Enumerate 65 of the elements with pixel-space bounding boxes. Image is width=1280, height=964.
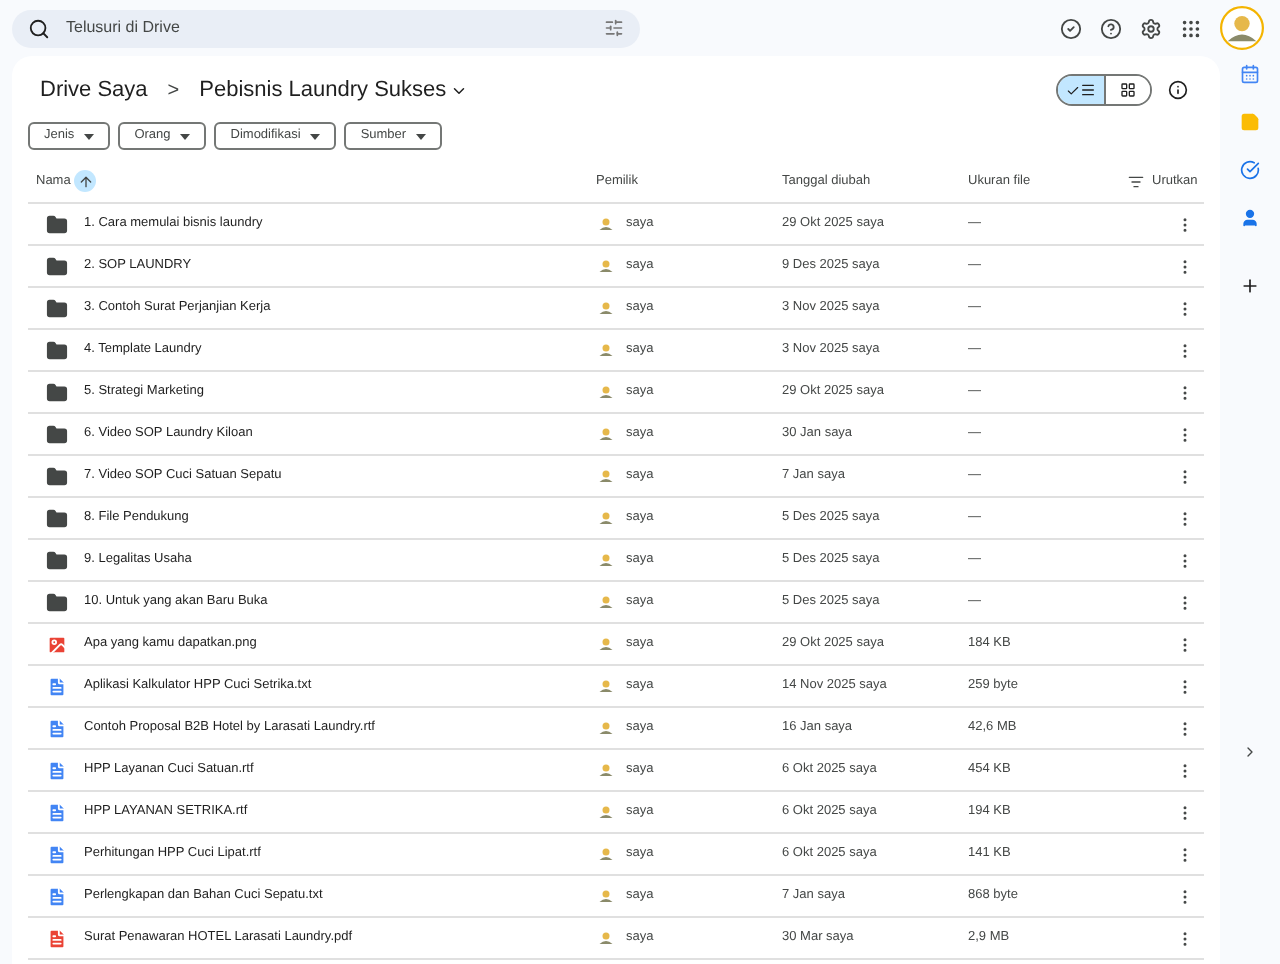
document-icon	[46, 801, 68, 823]
breadcrumb-current[interactable]: Pebisnis Laundry Sukses	[199, 73, 447, 107]
sort-icon	[1128, 173, 1144, 189]
calendar-icon[interactable]	[1240, 64, 1260, 84]
search-bar[interactable]: Telusuri di Drive	[12, 9, 640, 47]
caret-icon	[416, 133, 427, 139]
avatar-icon	[596, 550, 616, 570]
avatar-icon	[596, 844, 616, 864]
avatar-icon	[596, 340, 616, 360]
avatar-icon	[596, 676, 616, 696]
contacts-icon[interactable]	[1240, 208, 1260, 228]
check-icon	[1066, 83, 1080, 97]
grid-view-button[interactable]	[1104, 76, 1150, 104]
apps-icon[interactable]	[1180, 17, 1202, 39]
caret-icon	[180, 133, 191, 139]
avatar-icon	[596, 214, 616, 234]
avatar-icon	[596, 298, 616, 318]
caret-icon	[310, 133, 321, 139]
document-icon	[46, 717, 68, 739]
folder-icon	[46, 507, 68, 529]
caret-icon	[84, 133, 95, 139]
document-icon	[46, 885, 68, 907]
folder-icon	[46, 549, 68, 571]
avatar-icon	[596, 508, 616, 528]
pdf-icon	[46, 927, 68, 949]
folder-icon	[46, 213, 68, 235]
document-icon	[46, 675, 68, 697]
avatar-icon	[596, 382, 616, 402]
folder-icon	[46, 465, 68, 487]
avatar-icon	[596, 466, 616, 486]
avatar-icon	[596, 802, 616, 822]
avatar-icon	[596, 592, 616, 612]
folder-icon	[46, 591, 68, 613]
avatar-icon	[596, 886, 616, 906]
avatar-icon	[596, 718, 616, 738]
avatar-icon	[596, 256, 616, 276]
settings-icon[interactable]	[1140, 17, 1162, 39]
list-view-button[interactable]	[1058, 76, 1104, 104]
avatar-icon	[1220, 6, 1264, 50]
folder-icon	[46, 423, 68, 445]
avatar-icon	[596, 634, 616, 654]
avatar-icon	[596, 928, 616, 948]
list-icon	[1080, 82, 1096, 98]
document-icon	[46, 759, 68, 781]
folder-icon	[46, 339, 68, 361]
grid-icon	[1120, 82, 1136, 98]
breadcrumb-root[interactable]: Drive Saya	[40, 73, 148, 107]
help-icon[interactable]	[1100, 17, 1122, 39]
expand-icon[interactable]	[1242, 744, 1258, 760]
filter-icon[interactable]	[604, 18, 624, 38]
avatar-icon	[596, 760, 616, 780]
search-icon	[28, 17, 50, 39]
folder-icon	[46, 381, 68, 403]
task-icon[interactable]	[1240, 160, 1260, 180]
info-icon[interactable]	[1168, 80, 1188, 100]
avatar-icon	[596, 424, 616, 444]
document-icon	[46, 843, 68, 865]
add-icon[interactable]	[1240, 276, 1260, 296]
sort-ascending-icon[interactable]	[74, 170, 97, 192]
folder-icon	[46, 255, 68, 277]
breadcrumb-separator: >	[167, 77, 180, 105]
image-file-icon	[46, 633, 68, 655]
folder-icon	[46, 297, 68, 319]
status-icon[interactable]	[1060, 17, 1082, 39]
search-field[interactable]: Telusuri di Drive	[66, 16, 588, 40]
